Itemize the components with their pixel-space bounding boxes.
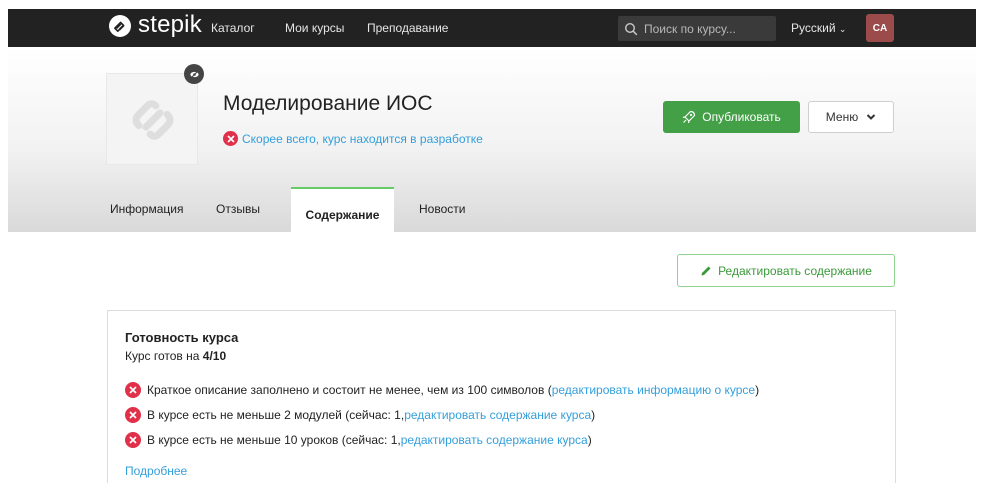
edit-content-button[interactable]: Редактировать содержание: [677, 254, 895, 287]
edit-course-content-link[interactable]: редактировать содержание курса: [404, 408, 591, 422]
search-input[interactable]: [644, 21, 774, 36]
page-title: Моделирование ИОС: [223, 92, 433, 115]
requirement-suffix: ): [587, 433, 592, 447]
readiness-title: Готовность курса: [125, 330, 239, 345]
status-text[interactable]: Скорее всего, курс находится в разработк…: [242, 132, 483, 146]
readiness-summary-prefix: Курс готов на: [125, 349, 200, 363]
chevron-down-icon: [867, 114, 876, 120]
menu-label: Меню: [825, 110, 859, 124]
nav-link-teaching[interactable]: Преподавание: [367, 21, 448, 35]
menu-button[interactable]: Меню: [808, 101, 894, 133]
edit-course-content-link[interactable]: редактировать содержание курса: [401, 433, 588, 447]
nav-link-catalog[interactable]: Каталог: [211, 21, 255, 35]
error-icon: [125, 382, 141, 398]
requirement-text: В курсе есть не меньше 10 уроков (сейчас…: [147, 433, 401, 447]
pencil-icon: [701, 266, 711, 275]
tab-reviews[interactable]: Отзывы: [216, 202, 260, 216]
publish-label: Опубликовать: [702, 110, 781, 124]
error-icon: [125, 432, 141, 448]
course-search[interactable]: [618, 16, 776, 41]
requirement-text: В курсе есть не меньше 2 модулей (сейчас…: [147, 408, 405, 422]
readiness-summary: Курс готов на 4/10: [125, 349, 226, 363]
tab-information[interactable]: Информация: [110, 202, 183, 216]
requirement-suffix: ): [591, 408, 596, 422]
search-icon: [624, 22, 638, 35]
avatar[interactable]: CA: [866, 14, 894, 42]
tab-content[interactable]: Содержание: [291, 187, 394, 232]
course-readiness-card: Готовность курса Курс готов на 4/10 Крат…: [107, 310, 896, 483]
requirement-item: В курсе есть не меньше 10 уроков (сейчас…: [125, 432, 592, 448]
rocket-icon: [683, 110, 696, 124]
readiness-score: 4/10: [202, 349, 227, 363]
requirement-suffix: ): [755, 383, 760, 397]
hidden-eye-icon[interactable]: [184, 64, 204, 84]
course-cover[interactable]: [106, 73, 198, 165]
language-label: Русский: [791, 21, 836, 35]
stepik-logo[interactable]: stepik: [108, 11, 202, 39]
error-icon: [125, 407, 141, 423]
requirement-item: Краткое описание заполнено и состоит не …: [125, 382, 759, 398]
stepik-logo-icon: [109, 15, 131, 37]
edit-content-label: Редактировать содержание: [718, 263, 872, 278]
edit-course-info-link[interactable]: редактировать информацию о курсе: [552, 383, 755, 397]
requirement-text: Краткое описание заполнено и состоит не …: [147, 383, 552, 397]
logo-text: stepik: [138, 11, 202, 38]
nav-link-my-courses[interactable]: Мои курсы: [285, 21, 344, 35]
chevron-down-icon: ⌄: [838, 24, 847, 34]
top-navbar: stepik Каталог Мои курсы Преподавание Ру…: [8, 9, 976, 47]
course-status: Скорее всего, курс находится в разработк…: [223, 131, 483, 146]
more-details-link[interactable]: Подробнее: [125, 464, 187, 478]
tab-news[interactable]: Новости: [419, 202, 465, 216]
course-placeholder-logo-icon: [132, 100, 174, 140]
error-icon: [223, 131, 238, 146]
course-header: Моделирование ИОС Скорее всего, курс нах…: [8, 47, 976, 232]
publish-button[interactable]: Опубликовать: [663, 101, 800, 133]
requirement-item: В курсе есть не меньше 2 модулей (сейчас…: [125, 407, 595, 423]
language-select[interactable]: Русский ⌄: [791, 21, 846, 35]
